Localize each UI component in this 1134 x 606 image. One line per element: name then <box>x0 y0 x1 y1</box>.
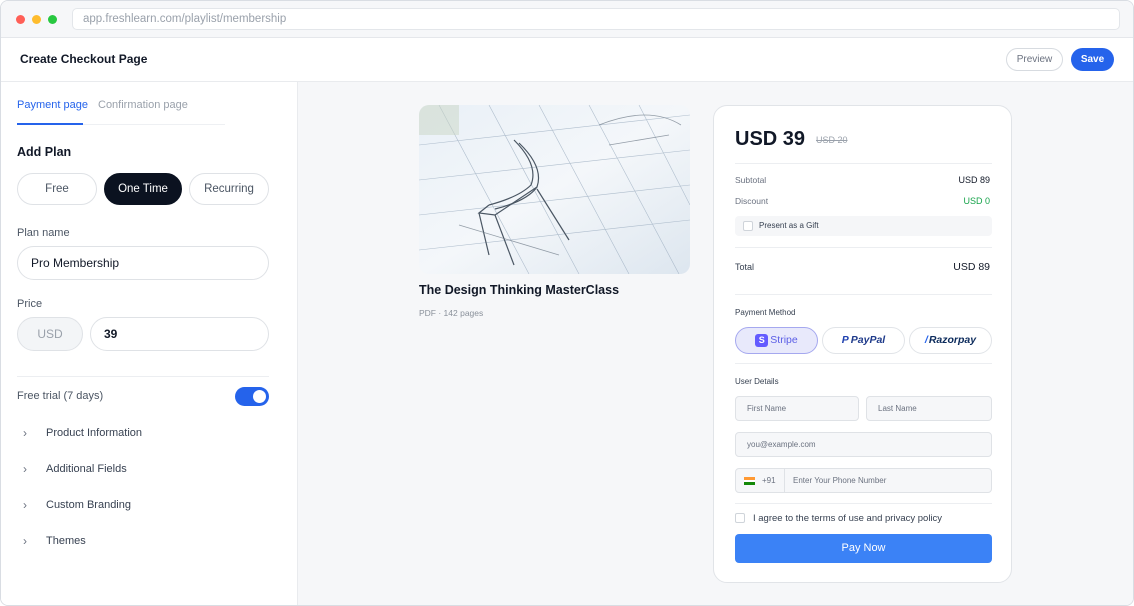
browser-chrome: app.freshlearn.com/playlist/membership <box>1 1 1133 38</box>
address-bar[interactable]: app.freshlearn.com/playlist/membership <box>72 8 1120 30</box>
divider <box>735 503 992 504</box>
currency-select[interactable]: USD <box>17 317 83 351</box>
discount-value: USD 0 <box>963 196 990 206</box>
accordion-label: Custom Branding <box>46 499 131 511</box>
plan-name-label: Plan name <box>17 227 70 239</box>
paypal-logo-icon: P <box>841 334 849 346</box>
plan-one-time-button[interactable]: One Time <box>104 173 182 205</box>
terms-label: I agree to the terms of use and privacy … <box>753 513 943 524</box>
payment-option-razorpay[interactable]: /Razorpay <box>909 327 992 354</box>
product-cover-image <box>419 105 690 274</box>
app-header: Create Checkout Page Preview Save <box>1 38 1133 82</box>
payment-option-label: PayPal <box>850 334 886 346</box>
discount-label: Discount <box>735 196 769 206</box>
accordion-label: Product Information <box>46 427 142 439</box>
razorpay-logo-icon: / <box>924 334 928 346</box>
accordion-product-information[interactable]: › Product Information <box>17 424 269 444</box>
pay-now-button[interactable]: Pay Now <box>735 534 992 563</box>
dial-code-select[interactable]: +91 <box>762 476 776 485</box>
accordion-label: Themes <box>46 535 86 547</box>
price-input[interactable]: 39 <box>90 317 269 351</box>
product-meta: PDF · 142 pages <box>419 308 484 318</box>
chevron-right-icon: › <box>23 498 27 512</box>
payment-option-stripe[interactable]: S Stripe <box>735 327 818 354</box>
accordion-additional-fields[interactable]: › Additional Fields <box>17 460 269 480</box>
payment-option-paypal[interactable]: P PayPal <box>822 327 905 354</box>
tab-payment-page[interactable]: Payment page <box>17 99 88 111</box>
product-title: The Design Thinking MasterClass <box>419 283 620 297</box>
save-button[interactable]: Save <box>1071 48 1114 71</box>
browser-window: app.freshlearn.com/playlist/membership C… <box>0 0 1134 606</box>
preview-button[interactable]: Preview <box>1006 48 1063 71</box>
toggle-knob <box>253 390 266 403</box>
plan-name-input[interactable]: Pro Membership <box>17 246 269 280</box>
gift-option[interactable]: Present as a Gift <box>735 216 992 236</box>
tab-confirmation-page[interactable]: Confirmation page <box>98 99 188 111</box>
payment-option-label: Stripe <box>770 334 798 346</box>
free-trial-toggle[interactable] <box>235 387 269 406</box>
free-trial-label: Free trial (7 days) <box>17 390 104 402</box>
user-details-label: User Details <box>735 377 779 386</box>
divider <box>735 247 992 248</box>
email-field[interactable]: you@example.com <box>735 432 992 457</box>
checkout-preview: The Design Thinking MasterClass PDF · 14… <box>298 82 1133 605</box>
subtotal-value: USD 89 <box>958 175 990 185</box>
terms-checkbox[interactable] <box>735 513 745 523</box>
plan-recurring-button[interactable]: Recurring <box>189 173 269 205</box>
page-title: Create Checkout Page <box>20 52 148 66</box>
minimize-window-dot[interactable] <box>32 15 41 24</box>
payment-option-label: Razorpay <box>928 334 977 346</box>
add-plan-heading: Add Plan <box>17 145 72 159</box>
india-flag-icon <box>744 477 755 485</box>
price-label: Price <box>17 298 43 310</box>
divider <box>735 163 992 164</box>
divider <box>735 294 992 295</box>
divider <box>735 363 992 364</box>
accordion-custom-branding[interactable]: › Custom Branding <box>17 496 269 516</box>
last-name-field[interactable]: Last Name <box>866 396 992 421</box>
stripe-logo-icon: S <box>755 334 769 347</box>
active-tab-indicator <box>17 123 83 125</box>
close-window-dot[interactable] <box>16 15 25 24</box>
checkout-card: USD 39 USD 20 Subtotal USD 89 Discount U… <box>713 105 1012 583</box>
original-price: USD 20 <box>816 135 848 145</box>
payment-method-label: Payment Method <box>735 308 796 317</box>
plan-free-button[interactable]: Free <box>17 173 97 205</box>
maximize-window-dot[interactable] <box>48 15 57 24</box>
divider <box>784 469 785 492</box>
accordion-themes[interactable]: › Themes <box>17 532 269 552</box>
settings-panel: Payment page Confirmation page Add Plan … <box>1 82 298 605</box>
gift-label: Present as a Gift <box>759 221 819 230</box>
total-value: USD 89 <box>953 261 990 273</box>
gift-checkbox[interactable] <box>743 221 753 231</box>
divider <box>17 376 269 377</box>
phone-field[interactable]: +91 Enter Your Phone Number <box>735 468 992 493</box>
chevron-right-icon: › <box>23 426 27 440</box>
first-name-field[interactable]: First Name <box>735 396 859 421</box>
total-label: Total <box>735 262 755 272</box>
chevron-right-icon: › <box>23 462 27 476</box>
accordion-label: Additional Fields <box>46 463 127 475</box>
chevron-right-icon: › <box>23 534 27 548</box>
phone-input[interactable]: Enter Your Phone Number <box>793 476 886 485</box>
checkout-price: USD 39 <box>735 128 806 150</box>
subtotal-label: Subtotal <box>735 175 767 185</box>
